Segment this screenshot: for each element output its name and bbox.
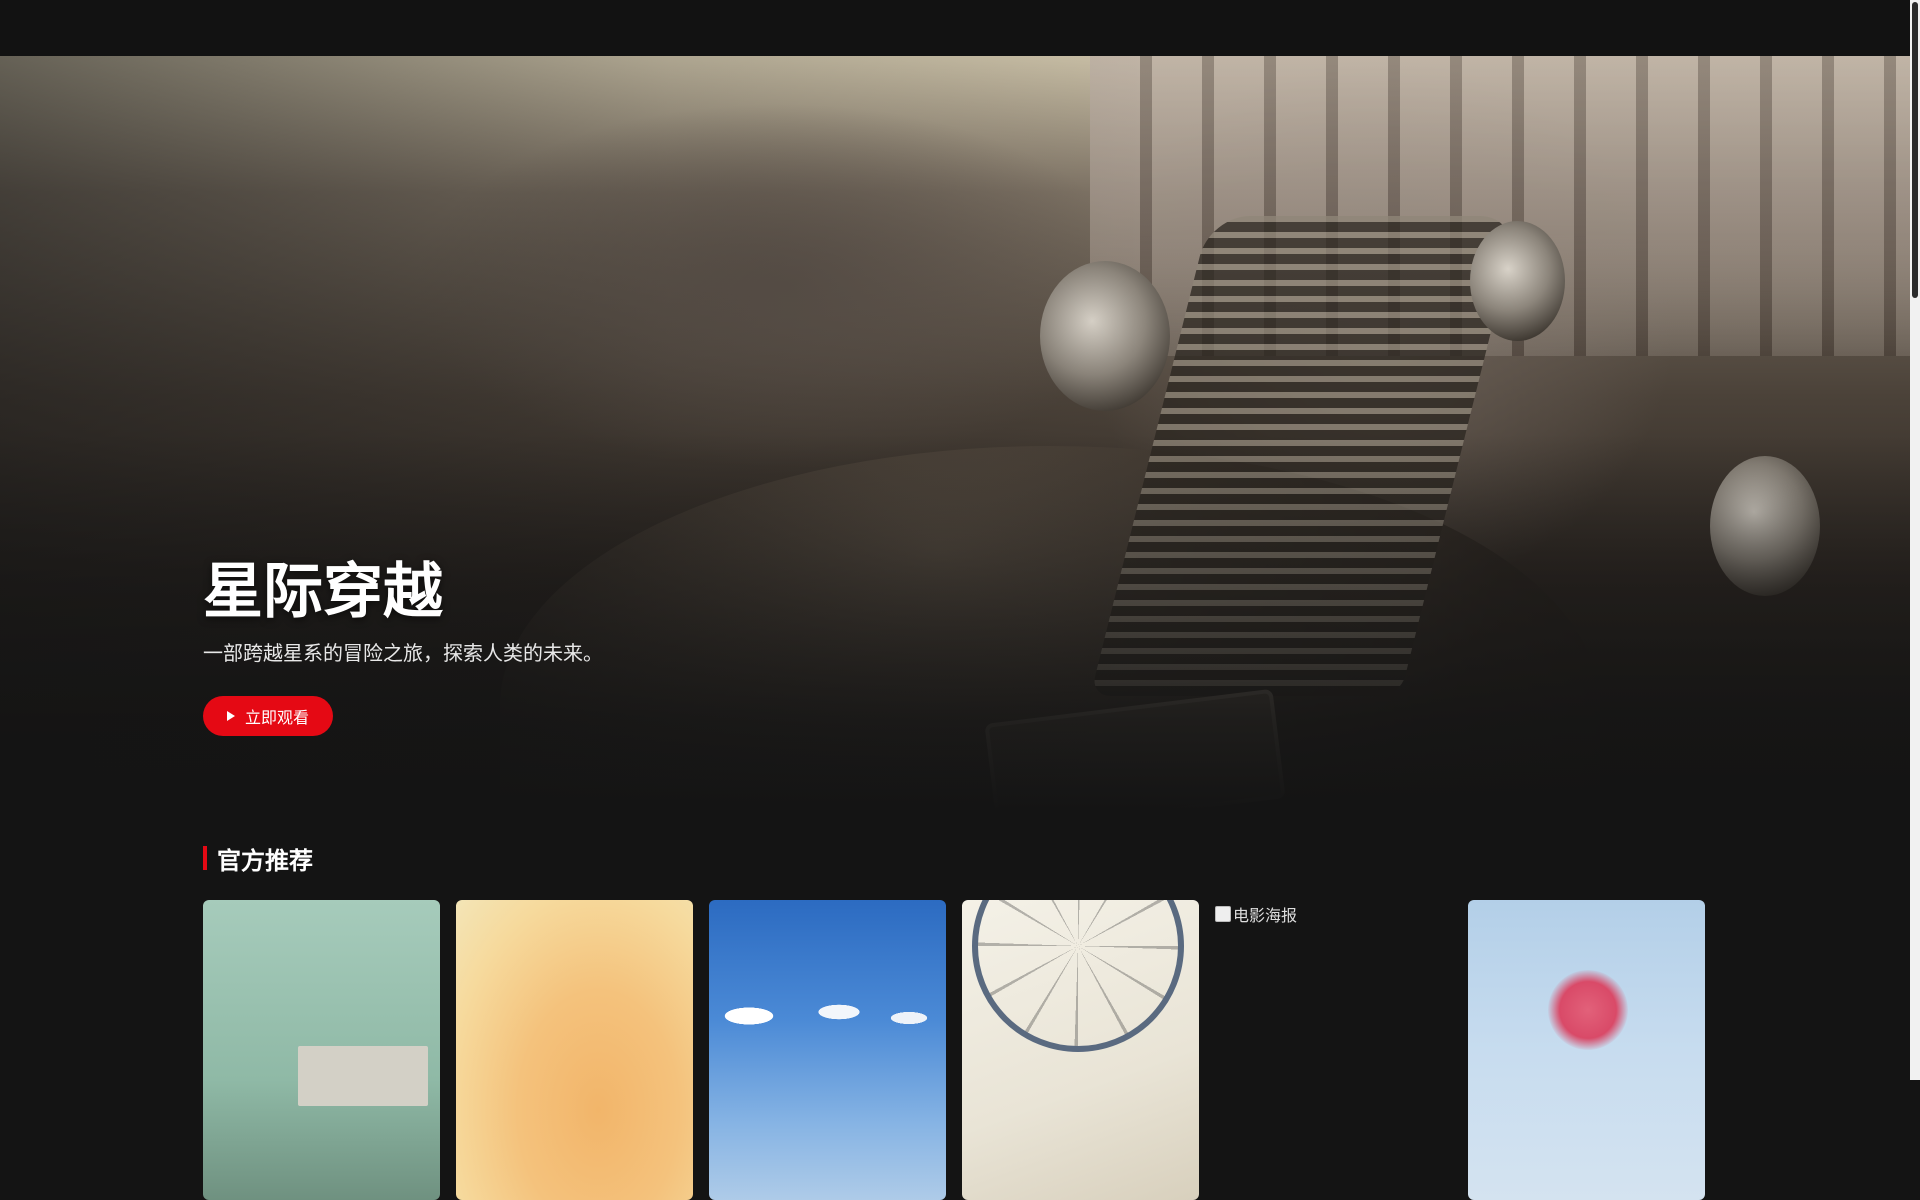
play-icon — [227, 711, 235, 721]
section-accent-bar — [203, 846, 207, 870]
movie-poster-card[interactable] — [1468, 900, 1705, 1200]
hero-banner: 星际穿越 一部跨越星系的冒险之旅，探索人类的未来。 立即观看 — [0, 56, 1910, 812]
hero-title: 星际穿越 — [203, 557, 443, 627]
watch-now-label: 立即观看 — [245, 708, 310, 727]
section-title: 官方推荐 — [217, 846, 313, 875]
hero-content: 星际穿越 一部跨越星系的冒险之旅，探索人类的未来。 立即观看 — [203, 556, 1003, 736]
hero-description: 一部跨越星系的冒险之旅，探索人类的未来。 — [203, 641, 603, 665]
movie-poster-card[interactable] — [709, 900, 946, 1200]
poster-alt-text: 电影海报 — [1233, 906, 1298, 925]
broken-poster-image: 电影海报 — [1215, 900, 1452, 926]
movie-poster-card[interactable] — [962, 900, 1199, 1200]
section-header: 官方推荐 — [203, 838, 1713, 878]
broken-image-icon — [1215, 906, 1231, 922]
movie-poster-card[interactable] — [203, 900, 440, 1200]
official-recommendations-section: 官方推荐 电影海报 — [203, 838, 1713, 1200]
page-scrollbar[interactable] — [1910, 0, 1920, 1080]
movie-card-row: 电影海报 — [203, 900, 1705, 1200]
movie-poster-card[interactable] — [456, 900, 693, 1200]
movie-poster-card[interactable]: 电影海报 — [1215, 900, 1452, 1200]
scrollbar-thumb[interactable] — [1912, 2, 1918, 298]
top-navigation-bar — [0, 0, 1910, 56]
watch-now-button[interactable]: 立即观看 — [203, 696, 334, 736]
